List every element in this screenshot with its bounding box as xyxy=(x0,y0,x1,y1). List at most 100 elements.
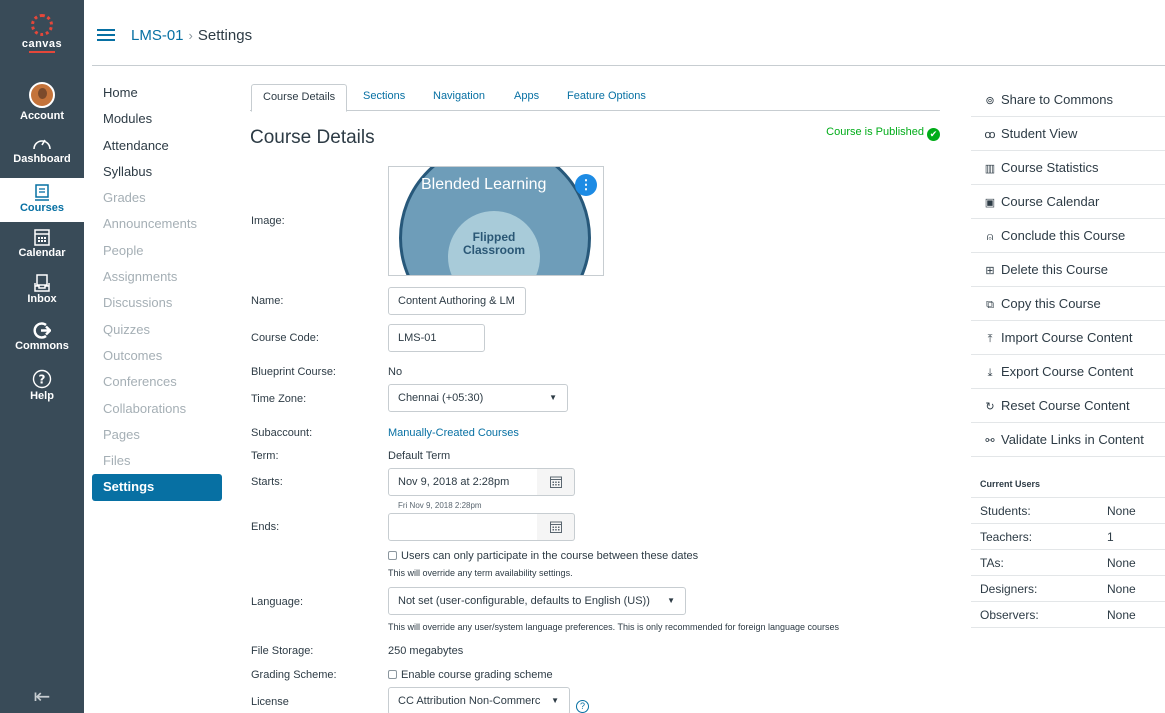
courses-icon xyxy=(35,184,49,201)
restrict-dates-row[interactable]: Users can only participate in the course… xyxy=(388,550,698,562)
reset-content-button[interactable]: ↻ Reset Course Content xyxy=(971,389,1165,423)
course-nav-discussions[interactable]: Discussions xyxy=(92,290,222,316)
course-nav-assignments[interactable]: Assignments xyxy=(92,264,222,290)
global-nav-commons[interactable]: Commons xyxy=(0,322,84,362)
course-nav-conferences[interactable]: Conferences xyxy=(92,369,222,395)
grading-scheme-label: Grading Scheme: xyxy=(251,669,337,681)
calendar-icon xyxy=(549,476,562,488)
user-type-label: Teachers: xyxy=(980,530,1033,544)
image-options-icon[interactable]: ⋮ xyxy=(575,174,597,196)
action-label: Student View xyxy=(1001,126,1078,141)
restrict-dates-label: Users can only participate in the course… xyxy=(401,550,699,562)
tab-course-details[interactable]: Course Details xyxy=(251,84,348,112)
user-count: None xyxy=(1107,608,1136,622)
right-sidebar: ⊚ Share to Commons ꝏ Student View ▥ Course … xyxy=(971,83,1165,628)
global-nav-dashboard[interactable]: Dashboard xyxy=(0,135,84,175)
breadcrumb: LMS-01 › Settings xyxy=(131,27,252,44)
settings-tabs: Course Details Sections Navigation Apps … xyxy=(250,80,940,112)
tab-feature-options[interactable]: Feature Options xyxy=(556,84,657,111)
time-zone-value: Chennai (+05:30) xyxy=(398,392,484,404)
course-nav-grades[interactable]: Grades xyxy=(92,185,222,211)
license-help[interactable]: ? xyxy=(572,694,589,713)
tab-sections[interactable]: Sections xyxy=(352,84,416,111)
avatar xyxy=(29,82,55,108)
global-nav-label: Help xyxy=(30,390,54,402)
action-label: Course Statistics xyxy=(1001,160,1099,175)
license-select[interactable]: CC Attribution Non-Commerc ▼ xyxy=(388,687,570,713)
course-nav-syllabus[interactable]: Syllabus xyxy=(92,159,222,185)
starts-hint: Fri Nov 9, 2018 2:28pm xyxy=(398,501,482,510)
image-outer-text: Blended Learning xyxy=(421,176,547,193)
course-nav-home[interactable]: Home xyxy=(92,80,222,106)
global-nav-calendar[interactable]: Calendar xyxy=(0,228,84,268)
course-nav-quizzes[interactable]: Quizzes xyxy=(92,317,222,343)
copy-course-button[interactable]: ⧉ Copy this Course xyxy=(971,287,1165,321)
course-nav-outcomes[interactable]: Outcomes xyxy=(92,343,222,369)
starts-calendar-button[interactable] xyxy=(537,468,575,496)
term-label: Term: xyxy=(251,450,279,462)
question-circle-icon[interactable]: ? xyxy=(576,700,589,713)
language-select[interactable]: Not set (user-configurable, defaults to … xyxy=(388,587,686,615)
ends-calendar-button[interactable] xyxy=(537,513,575,541)
global-nav-label: Calendar xyxy=(18,247,66,259)
action-label: Reset Course Content xyxy=(1001,398,1130,413)
course-nav-pages[interactable]: Pages xyxy=(92,422,222,448)
ends-input[interactable] xyxy=(388,513,538,541)
action-label: Conclude this Course xyxy=(1001,228,1126,243)
course-nav-settings[interactable]: Settings xyxy=(92,474,222,501)
image-inner-text-1: Flipped xyxy=(472,230,516,244)
action-label: Validate Links in Content xyxy=(1001,432,1144,447)
action-label: Export Course Content xyxy=(1001,364,1134,379)
dashboard-icon xyxy=(33,139,51,150)
conclude-course-button[interactable]: ⍝ Conclude this Course xyxy=(971,219,1165,253)
course-nav-modules[interactable]: Modules xyxy=(92,106,222,132)
grading-scheme-row[interactable]: Enable course grading scheme xyxy=(388,669,553,681)
breadcrumb-course-link[interactable]: LMS-01 xyxy=(131,27,184,44)
license-value: CC Attribution Non-Commerc xyxy=(398,695,541,707)
grading-scheme-checkbox[interactable] xyxy=(388,670,397,679)
course-nav-announcements[interactable]: Announcements xyxy=(92,211,222,237)
global-nav-inbox[interactable]: Inbox xyxy=(0,274,84,314)
starts-input[interactable]: Nov 9, 2018 at 2:28pm xyxy=(388,468,538,496)
student-view-button[interactable]: ꝏ Student View xyxy=(971,117,1165,151)
restrict-dates-checkbox[interactable] xyxy=(388,551,397,560)
course-nav-people[interactable]: People xyxy=(92,238,222,264)
copy-icon: ⧉ xyxy=(986,299,994,311)
user-type-label: Designers: xyxy=(980,582,1038,596)
course-statistics-button[interactable]: ▥ Course Statistics xyxy=(971,151,1165,185)
trash-icon: ⊞ xyxy=(985,265,995,277)
time-zone-select[interactable]: Chennai (+05:30) ▼ xyxy=(388,384,568,412)
name-label: Name: xyxy=(251,295,284,307)
name-input[interactable]: Content Authoring & LM xyxy=(388,287,526,315)
course-nav-collaborations[interactable]: Collaborations xyxy=(92,396,222,422)
svg-text:?: ? xyxy=(39,373,46,387)
course-calendar-button[interactable]: ▣ Course Calendar xyxy=(971,185,1165,219)
action-label: Copy this Course xyxy=(1001,296,1101,311)
import-content-button[interactable]: ⤒ Import Course Content xyxy=(971,321,1165,355)
course-settings-main: Course Details Sections Navigation Apps … xyxy=(250,80,940,713)
tab-navigation[interactable]: Navigation xyxy=(422,84,496,111)
blueprint-label: Blueprint Course: xyxy=(251,366,336,378)
lock-icon: ⍝ xyxy=(986,231,994,243)
global-nav-help[interactable]: ? Help xyxy=(0,369,84,409)
action-label: Share to Commons xyxy=(1001,92,1113,107)
validate-links-button[interactable]: ⚯ Validate Links in Content xyxy=(971,423,1165,457)
course-nav-files[interactable]: Files xyxy=(92,448,222,474)
export-content-button[interactable]: ⤓ Export Course Content xyxy=(971,355,1165,389)
share-to-commons-button[interactable]: ⊚ Share to Commons xyxy=(971,83,1165,117)
course-nav-attendance[interactable]: Attendance xyxy=(92,133,222,159)
global-nav-account[interactable]: Account xyxy=(0,80,84,126)
grading-scheme-text: Enable course grading scheme xyxy=(401,669,553,681)
calendar-icon xyxy=(549,521,562,533)
canvas-logo[interactable]: canvas xyxy=(0,14,84,53)
course-image[interactable]: Blended Learning Flipped Classroom ⋮ xyxy=(388,166,604,276)
delete-course-button[interactable]: ⊞ Delete this Course xyxy=(971,253,1165,287)
course-code-input[interactable]: LMS-01 xyxy=(388,324,485,352)
breadcrumb-separator-icon: › xyxy=(188,28,193,43)
collapse-nav-icon[interactable]: ⇤ xyxy=(0,684,84,709)
global-nav-courses[interactable]: Courses xyxy=(0,178,84,222)
subaccount-link[interactable]: Manually-Created Courses xyxy=(388,427,519,439)
tab-apps[interactable]: Apps xyxy=(503,84,550,111)
hamburger-menu-icon[interactable] xyxy=(97,29,115,41)
link-icon: ⚯ xyxy=(985,435,995,447)
